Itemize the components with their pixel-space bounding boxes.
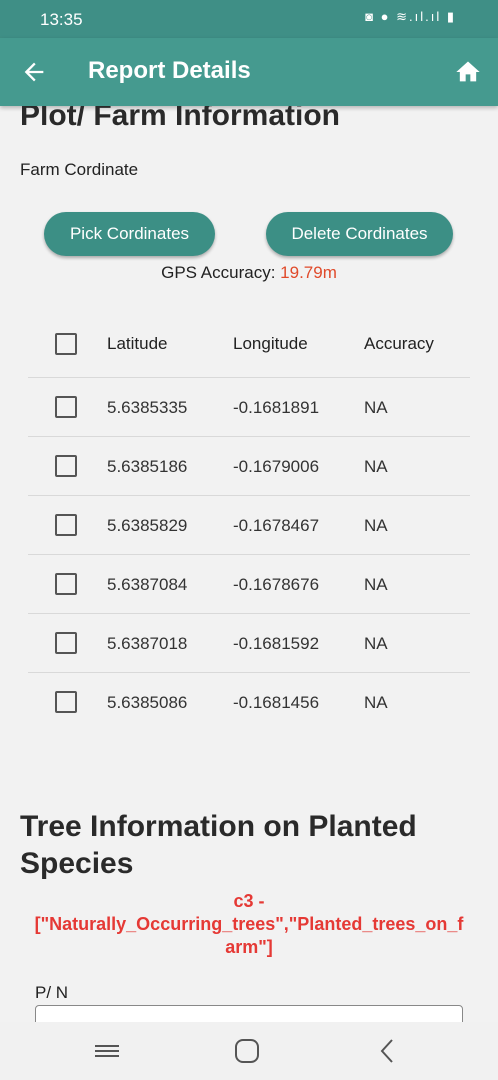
row-checkbox[interactable] xyxy=(55,455,77,477)
cell-accuracy: NA xyxy=(364,398,388,417)
cell-latitude: 5.6385186 xyxy=(107,457,188,476)
validation-note: c3 - ["Naturally_Occurring_trees","Plant… xyxy=(0,890,498,959)
cell-accuracy: NA xyxy=(364,516,388,535)
cell-accuracy: NA xyxy=(364,575,388,594)
cell-latitude: 5.6387084 xyxy=(107,575,188,594)
row-checkbox[interactable] xyxy=(55,573,77,595)
table-row: 5.6385186 -0.1679006 NA xyxy=(28,437,470,496)
cell-longitude: -0.1681456 xyxy=(233,693,320,712)
cell-accuracy: NA xyxy=(364,634,388,653)
table-row: 5.6387018 -0.1681592 NA xyxy=(28,614,470,673)
cell-latitude: 5.6387018 xyxy=(107,634,188,653)
row-checkbox[interactable] xyxy=(55,396,77,418)
cell-accuracy: NA xyxy=(364,693,388,712)
gps-accuracy-value: 19.79m xyxy=(280,263,337,282)
cell-longitude: -0.1678467 xyxy=(233,516,320,535)
app-bar: Report Details xyxy=(0,38,498,106)
cell-longitude: -0.1679006 xyxy=(233,457,320,476)
row-checkbox[interactable] xyxy=(55,691,77,713)
arrow-left-icon[interactable] xyxy=(20,58,48,86)
tree-section-title-line2: Species xyxy=(20,847,134,880)
pn-label: P/ N xyxy=(35,983,69,1002)
delete-coordinates-button[interactable]: Delete Cordinates xyxy=(266,212,453,256)
row-checkbox[interactable] xyxy=(55,632,77,654)
cell-accuracy: NA xyxy=(364,457,388,476)
table-row: 5.6385829 -0.1678467 NA xyxy=(28,496,470,555)
gps-accuracy: GPS Accuracy: 19.79m xyxy=(0,263,498,283)
scroll-content[interactable]: Plot/ Farm Information Farm Cordinate Pi… xyxy=(0,106,498,1022)
pick-coordinates-button[interactable]: Pick Cordinates xyxy=(44,212,215,256)
home-icon[interactable] xyxy=(454,58,482,86)
cell-longitude: -0.1681891 xyxy=(233,398,320,417)
cell-latitude: 5.6385086 xyxy=(107,693,188,712)
page-title: Report Details xyxy=(88,57,251,84)
tree-section-title-line1: Tree Information on Planted xyxy=(20,810,417,843)
farm-coordinate-label: Farm Cordinate xyxy=(20,160,139,179)
column-header-accuracy: Accuracy xyxy=(364,334,434,353)
back-nav-icon[interactable] xyxy=(376,1038,402,1064)
status-icons: ◙ ● ≋.ıl.ıl ▮ xyxy=(365,9,456,24)
system-nav-bar xyxy=(0,1022,498,1080)
column-header-longitude: Longitude xyxy=(233,334,308,353)
table-row: 5.6385086 -0.1681456 NA xyxy=(28,673,470,731)
table-row: 5.6387084 -0.1678676 NA xyxy=(28,555,470,614)
cell-longitude: -0.1681592 xyxy=(233,634,320,653)
row-checkbox[interactable] xyxy=(55,514,77,536)
recent-apps-icon[interactable] xyxy=(94,1038,120,1064)
validation-note-line1: c3 - xyxy=(233,891,265,911)
coordinates-table: Latitude Longitude Accuracy 5.6385335 -0… xyxy=(28,314,470,731)
column-header-latitude: Latitude xyxy=(107,334,168,353)
validation-note-line3: arm"] xyxy=(225,937,273,957)
cell-latitude: 5.6385335 xyxy=(107,398,188,417)
gps-accuracy-label: GPS Accuracy: xyxy=(161,263,276,282)
table-header-row: Latitude Longitude Accuracy xyxy=(28,314,470,378)
validation-note-line2: ["Naturally_Occurring_trees","Planted_tr… xyxy=(34,914,464,934)
status-bar: 13:35 ◙ ● ≋.ıl.ıl ▮ xyxy=(0,0,498,38)
status-time: 13:35 xyxy=(40,10,83,29)
tree-section-title: Tree Information on Planted Species xyxy=(20,808,417,882)
home-nav-icon[interactable] xyxy=(234,1038,260,1064)
cell-latitude: 5.6385829 xyxy=(107,516,188,535)
select-all-checkbox[interactable] xyxy=(55,333,77,355)
cell-longitude: -0.1678676 xyxy=(233,575,320,594)
plot-section-title: Plot/ Farm Information xyxy=(20,106,341,132)
table-row: 5.6385335 -0.1681891 NA xyxy=(28,378,470,437)
pn-input[interactable] xyxy=(35,1005,463,1022)
